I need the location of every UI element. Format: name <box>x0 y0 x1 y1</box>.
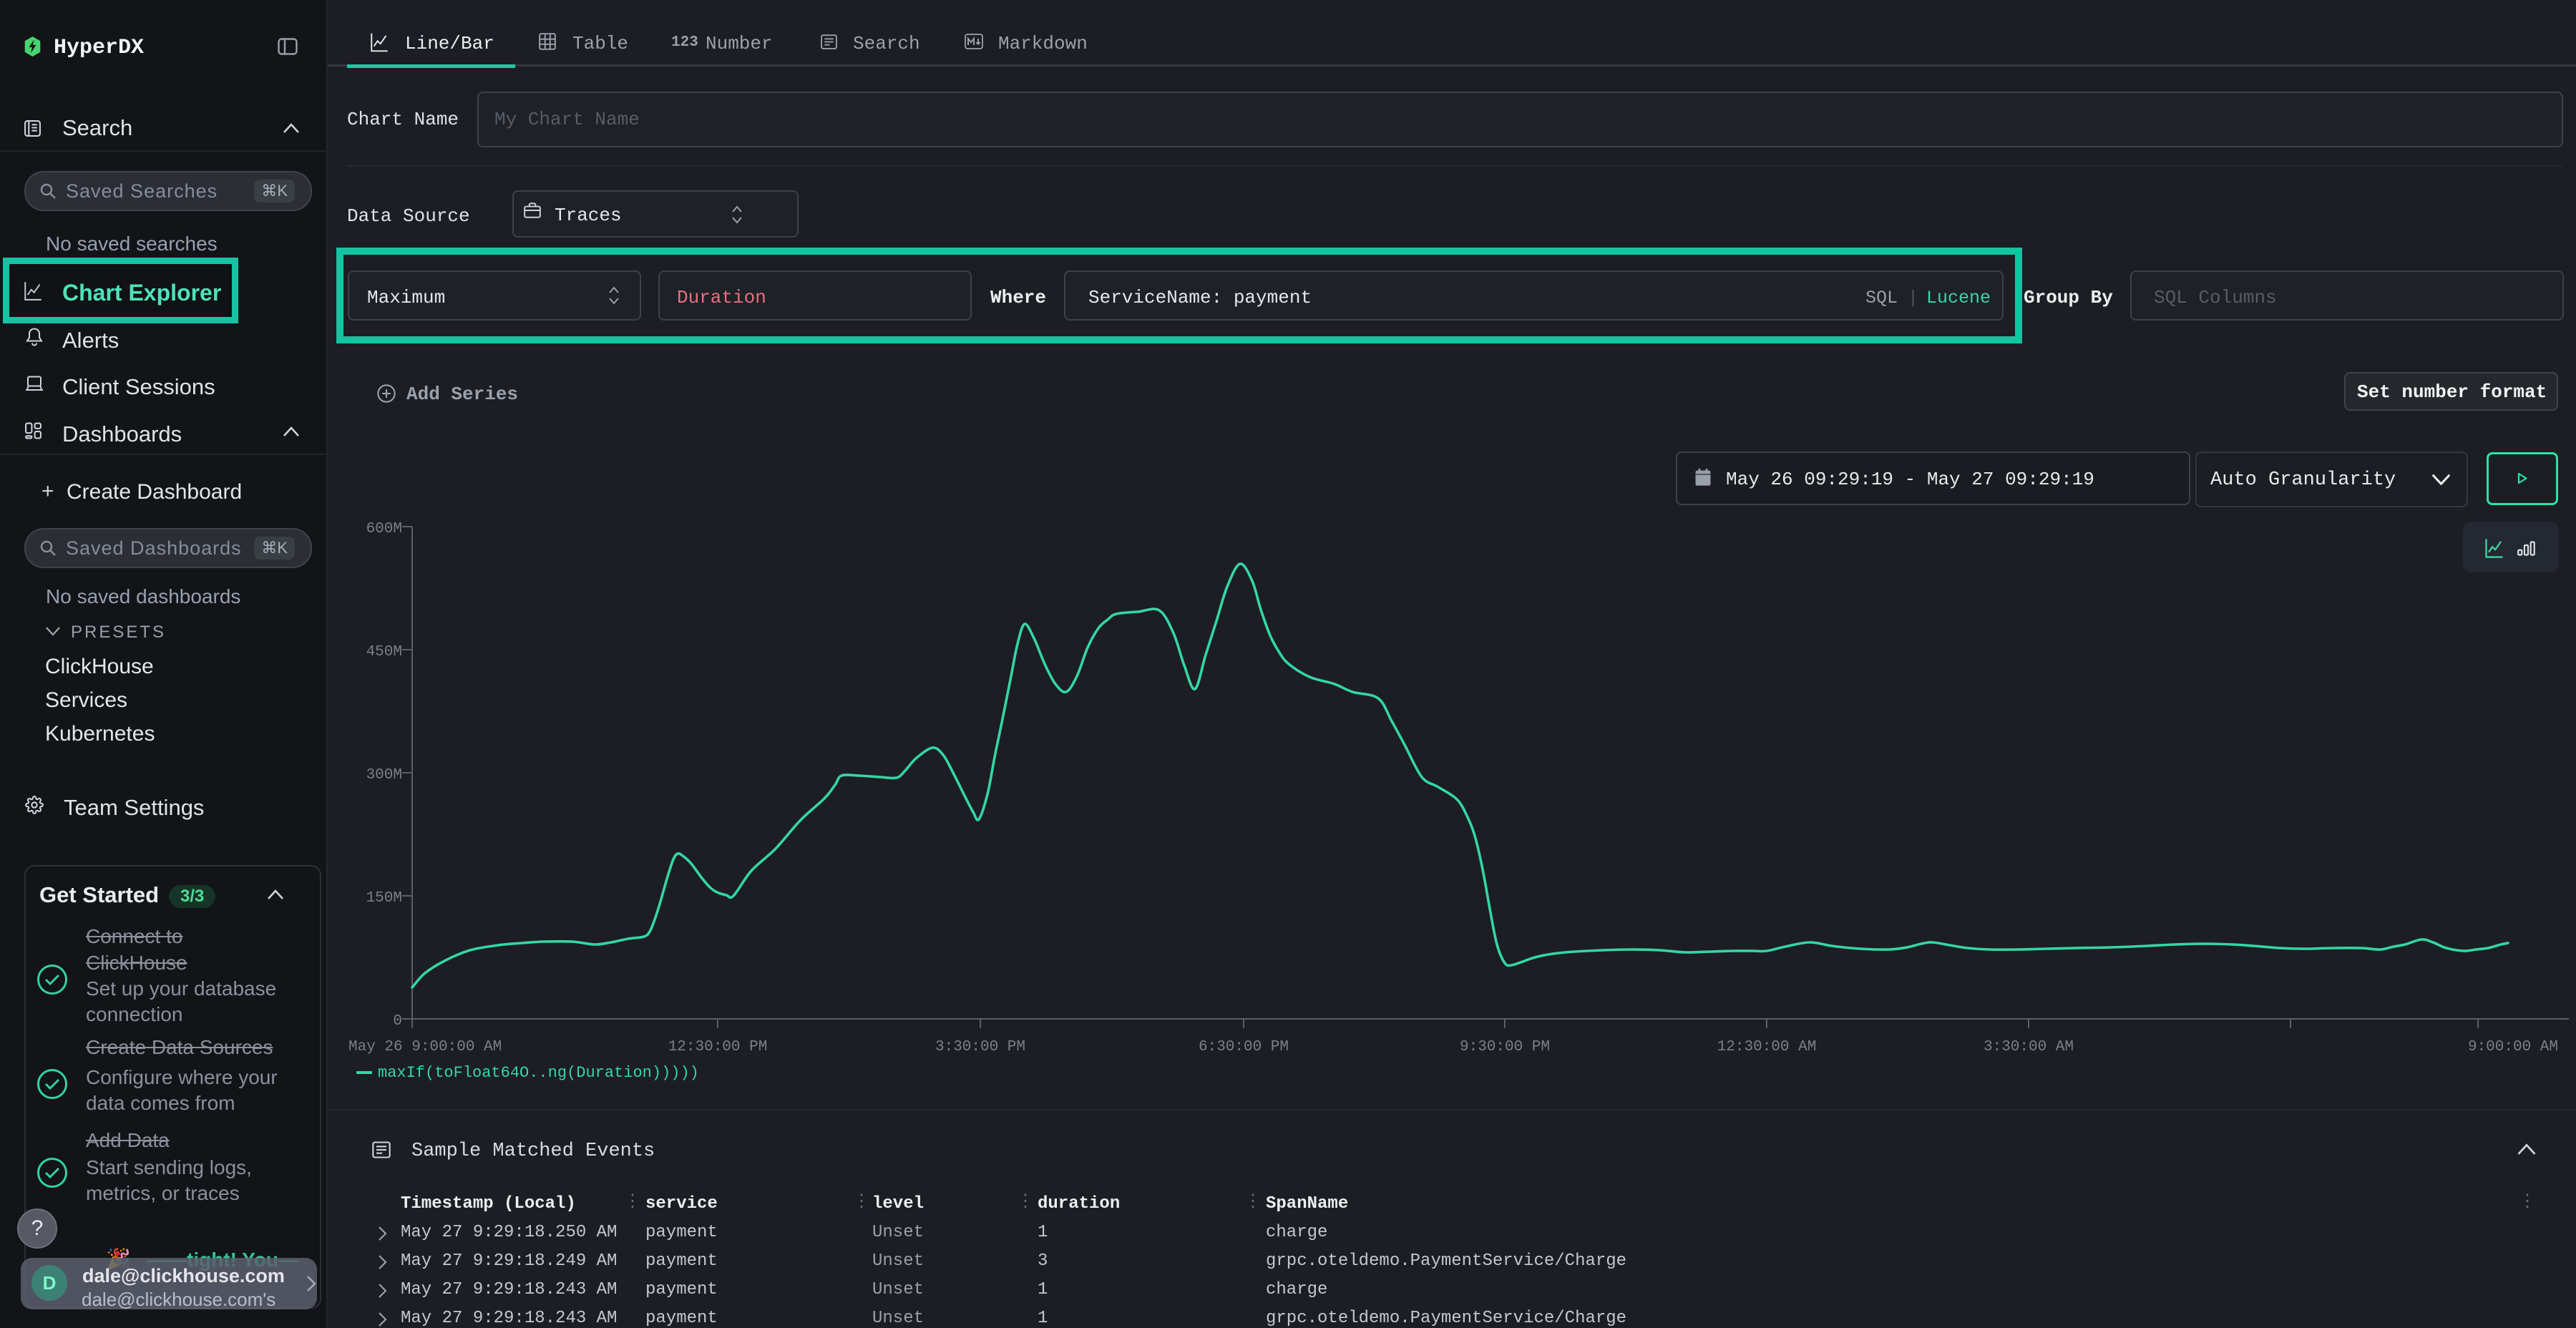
svg-text:3:30:00 AM: 3:30:00 AM <box>1984 1039 2074 1055</box>
svg-text:450M: 450M <box>366 644 402 660</box>
svg-text:300M: 300M <box>366 767 402 783</box>
svg-text:12:30:00 PM: 12:30:00 PM <box>668 1039 768 1055</box>
svg-text:12:30:00 AM: 12:30:00 AM <box>1717 1039 1817 1055</box>
svg-text:3:30:00 PM: 3:30:00 PM <box>935 1039 1025 1055</box>
svg-text:0: 0 <box>393 1013 402 1030</box>
svg-text:6:30:00 PM: 6:30:00 PM <box>1199 1039 1289 1055</box>
svg-text:9:00:00 AM: 9:00:00 AM <box>2468 1039 2558 1055</box>
svg-text:maxIf(toFloat64O..ng(Duration): maxIf(toFloat64O..ng(Duration))))) <box>378 1064 699 1082</box>
svg-text:150M: 150M <box>366 890 402 907</box>
svg-text:600M: 600M <box>366 521 402 537</box>
svg-text:May 26 9:00:00 AM: May 26 9:00:00 AM <box>348 1039 502 1055</box>
svg-text:9:30:00 PM: 9:30:00 PM <box>1460 1039 1550 1055</box>
